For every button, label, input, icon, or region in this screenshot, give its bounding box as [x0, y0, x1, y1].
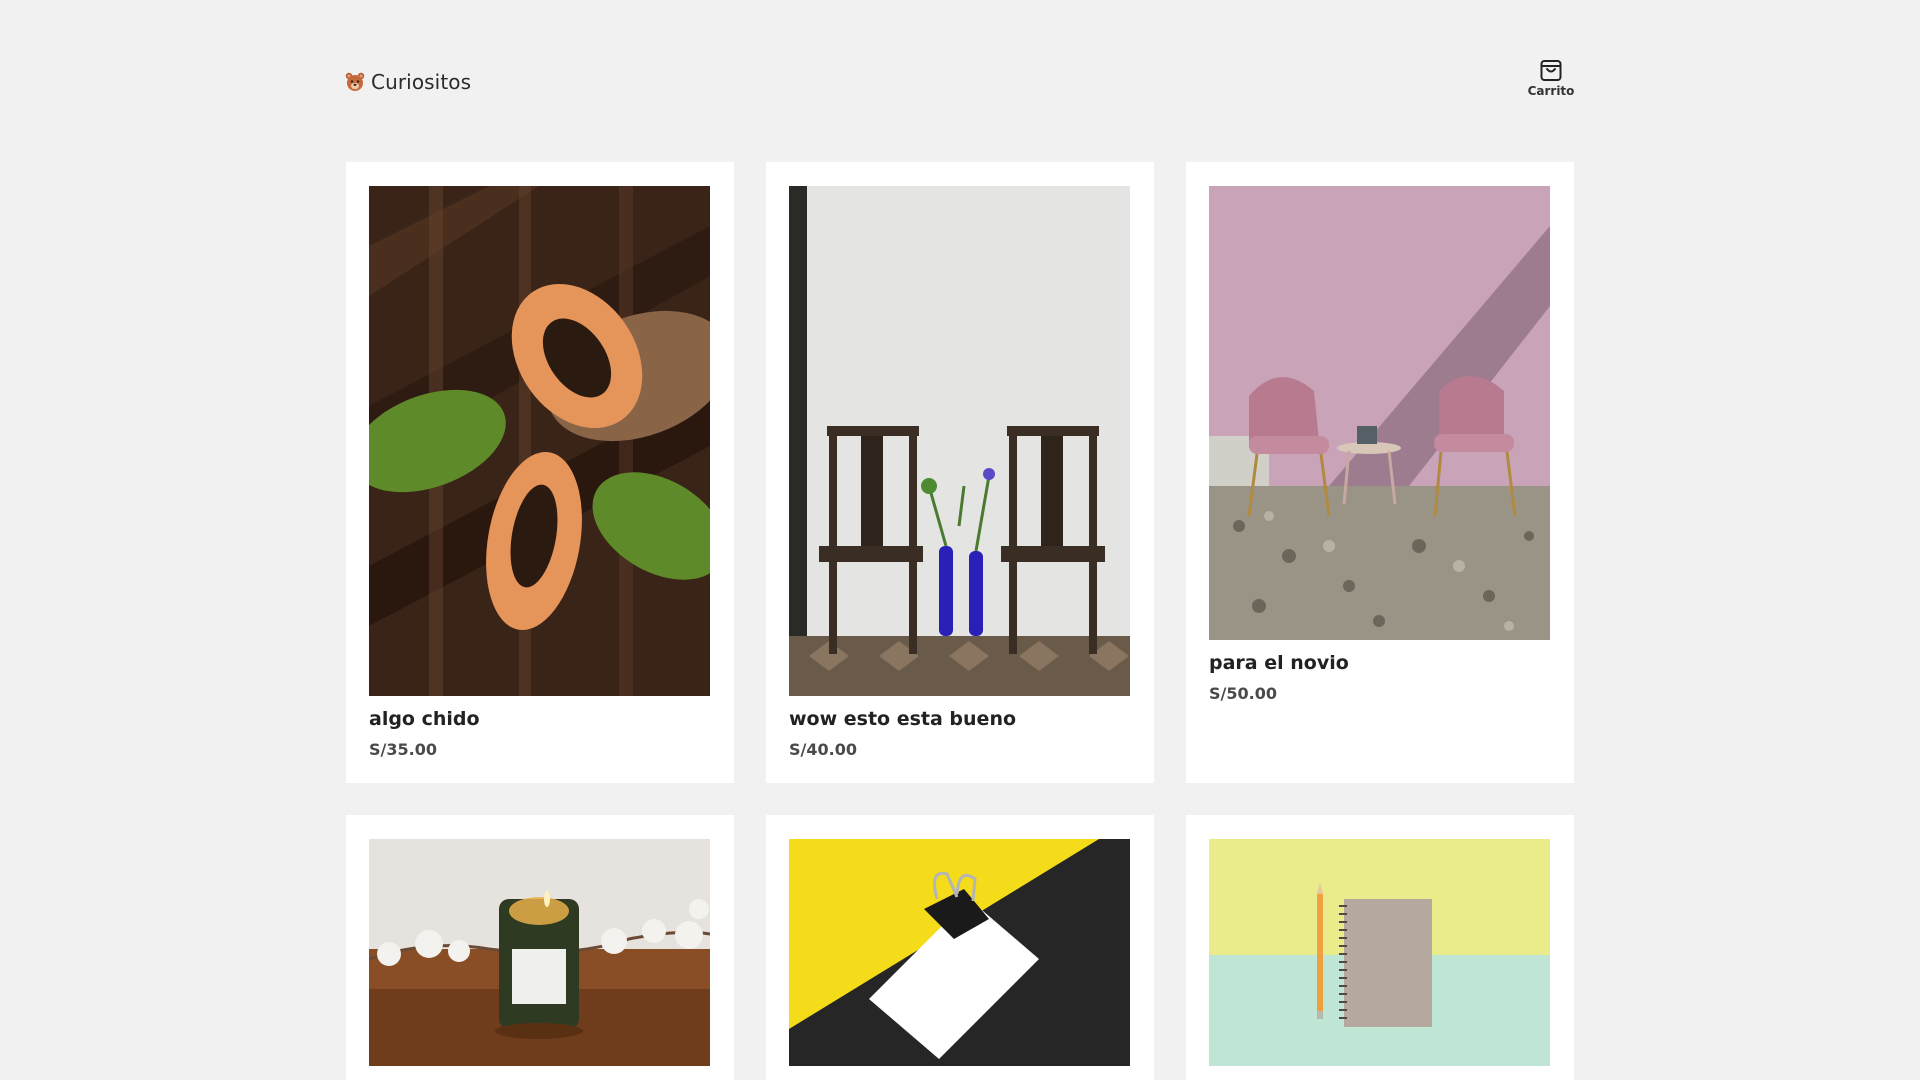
product-card[interactable] — [766, 815, 1154, 1080]
product-name[interactable]: para el novio — [1209, 652, 1349, 674]
papaya-photo — [369, 186, 710, 696]
product-price: S/40.00 — [789, 740, 857, 759]
brand-link[interactable]: Curiositos — [345, 70, 471, 94]
product-name[interactable]: algo chido — [369, 708, 480, 730]
product-price: S/35.00 — [369, 740, 437, 759]
brand-name: Curiositos — [371, 70, 472, 94]
product-image[interactable] — [1209, 186, 1550, 640]
product-image[interactable] — [789, 186, 1130, 696]
product-card[interactable]: algo chido S/35.00 — [346, 162, 734, 783]
shopping-bag-icon — [1540, 60, 1562, 81]
product-card[interactable] — [1186, 815, 1574, 1080]
candle-photo — [369, 839, 710, 1066]
product-image[interactable] — [369, 839, 710, 1066]
product-image[interactable] — [369, 186, 710, 696]
product-name[interactable]: wow esto esta bueno — [789, 708, 1016, 730]
binder-clip-photo — [789, 839, 1130, 1066]
notebook-pencil-photo — [1209, 839, 1550, 1066]
product-price: S/50.00 — [1209, 684, 1277, 703]
product-card[interactable]: wow esto esta bueno S/40.00 — [766, 162, 1154, 783]
product-card[interactable]: para el novio S/50.00 — [1186, 162, 1574, 783]
bear-face-icon — [345, 72, 365, 91]
product-image[interactable] — [789, 839, 1130, 1066]
cart-label: Carrito — [1527, 84, 1575, 98]
product-card[interactable] — [346, 815, 734, 1080]
site-header: Curiositos Carrito — [345, 56, 1575, 106]
product-image[interactable] — [1209, 839, 1550, 1066]
pink-chairs-photo — [1209, 186, 1550, 640]
chairs-vases-photo — [789, 186, 1130, 696]
cart-button[interactable]: Carrito — [1527, 56, 1575, 98]
